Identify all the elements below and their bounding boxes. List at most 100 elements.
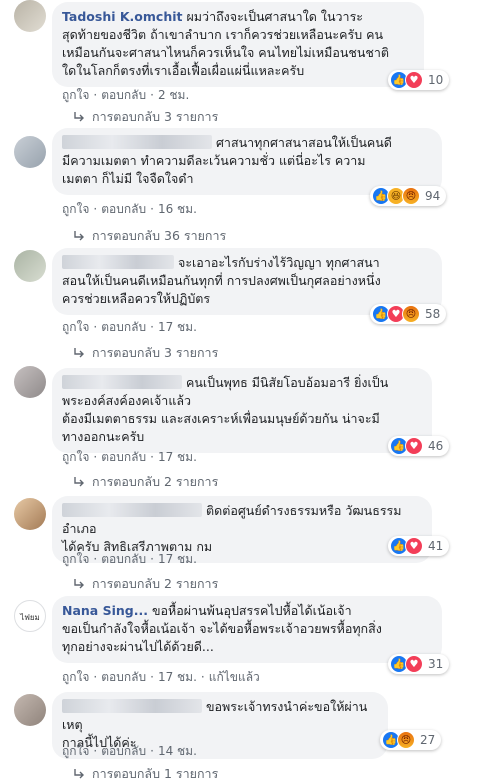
- comment-5: ติดต่อศูนย์ดำรงธรรมหรือ วัฒนธรรมอำเภอ ได…: [0, 496, 478, 598]
- reaction-count: 58: [425, 307, 441, 321]
- reply-arrow-icon: [74, 231, 84, 241]
- comment-bubble: Tadoshi K.omchit ผมว่าถึงจะเป็นศาสนาใด ใน…: [52, 2, 424, 87]
- reaction-count: 94: [425, 189, 441, 203]
- blurred-name: [62, 375, 182, 389]
- comment-actions: ถูกใจ · ตอบกลับ · 14 ชม.: [62, 744, 197, 758]
- reply-link[interactable]: ตอบกลับ: [101, 320, 146, 334]
- comment-3: จะเอาอะไรกับร่างไร้วิญญา ทุกศาสนา สอนให้…: [0, 248, 478, 368]
- view-replies[interactable]: การตอบกลับ 36 รายการ: [72, 226, 226, 246]
- love-reaction-icon: ♥: [405, 537, 423, 555]
- angry-reaction-icon: 😠: [402, 187, 420, 205]
- angry-reaction-icon: 😠: [402, 305, 420, 323]
- view-replies[interactable]: การตอบกลับ 1 รายการ: [72, 764, 218, 784]
- reply-arrow-icon: [74, 112, 84, 122]
- reaction-summary[interactable]: 👍 😠 27: [380, 730, 442, 750]
- comment-line: เหมือนกันจะศาสนาไหนก็ควรเห็นใจ คนไทยไม่เ…: [62, 45, 390, 60]
- comment-line: สุดท้ายของชีวิต ถ้าเขาลำบาก เราก็ควรช่วย…: [62, 27, 384, 42]
- like-link[interactable]: ถูกใจ: [62, 88, 89, 102]
- avatar[interactable]: [14, 366, 46, 398]
- avatar[interactable]: [14, 136, 46, 168]
- reaction-summary[interactable]: 👍 😆 😠 94: [370, 186, 447, 206]
- reply-link[interactable]: ตอบกลับ: [101, 744, 146, 758]
- reply-link[interactable]: ตอบกลับ: [101, 670, 146, 684]
- like-link[interactable]: ถูกใจ: [62, 552, 89, 566]
- comment-line: ทุกอย่างจะผ่านไปได้ด้วยดี...: [62, 639, 214, 654]
- comment-time[interactable]: 17 ชม.: [158, 670, 197, 684]
- comment-actions: ถูกใจ · ตอบกลับ · 2 ชม.: [62, 88, 190, 102]
- edited-label[interactable]: แก้ไขแล้ว: [209, 670, 260, 684]
- like-link[interactable]: ถูกใจ: [62, 670, 89, 684]
- commenter-name[interactable]: Nana Sing...: [62, 603, 148, 618]
- comment-line: จะเอาอะไรกับร่างไร้วิญญา ทุกศาสนา: [178, 255, 380, 270]
- comment-line: ต้องมีเมตตาธรรม และสงเคราะห์เพื่อนมนุษย์…: [62, 411, 380, 426]
- comment-actions: ถูกใจ · ตอบกลับ · 17 ชม. · แก้ไขแล้ว: [62, 670, 260, 684]
- reaction-summary[interactable]: 👍 ♥ 10: [388, 70, 450, 90]
- love-reaction-icon: ♥: [405, 437, 423, 455]
- comment-7: ขอพระเจ้าทรงนำค่ะขอให้ผ่านเหตุ กาลนี้ไปไ…: [0, 692, 478, 782]
- reply-arrow-icon: [74, 769, 84, 779]
- comment-actions: ถูกใจ · ตอบกลับ · 17 ชม.: [62, 552, 197, 566]
- avatar[interactable]: [14, 498, 46, 530]
- replies-count: การตอบกลับ 1 รายการ: [92, 766, 219, 781]
- comment-time[interactable]: 16 ชม.: [158, 202, 197, 216]
- replies-count: การตอบกลับ 3 รายการ: [92, 109, 219, 124]
- angry-reaction-icon: 😠: [397, 731, 415, 749]
- comment-bubble: Nana Sing... ขอหื้อผ่านพ้นอุปสรรคไปหื้อได…: [52, 596, 442, 663]
- like-link[interactable]: ถูกใจ: [62, 744, 89, 758]
- avatar[interactable]: [14, 0, 46, 32]
- comment-time[interactable]: 17 ชม.: [158, 450, 197, 464]
- comment-time[interactable]: 17 ชม.: [158, 552, 197, 566]
- comment-actions: ถูกใจ · ตอบกลับ · 17 ชม.: [62, 320, 197, 334]
- view-replies[interactable]: การตอบกลับ 3 รายการ: [72, 107, 218, 127]
- blurred-name: [62, 699, 202, 713]
- avatar-label: ไฟยม: [20, 613, 40, 622]
- comment-line: สอนให้เป็นคนดีเหมือนกันทุกที่ การปลงศพเป…: [62, 273, 381, 288]
- reply-link[interactable]: ตอบกลับ: [101, 202, 146, 216]
- comment-bubble: คนเป็นพุทธ มีนิสัยโอบอ้อมอารี ยิ่งเป็น พ…: [52, 368, 432, 453]
- comment-actions: ถูกใจ · ตอบกลับ · 17 ชม.: [62, 450, 197, 464]
- reaction-count: 31: [428, 657, 444, 671]
- reply-link[interactable]: ตอบกลับ: [101, 552, 146, 566]
- comment-line: เมตตา ก็ไม่มี ใจจืดใจดำ: [62, 171, 194, 186]
- blurred-name: [62, 135, 212, 149]
- comment-line: ทางออกนะครับ: [62, 429, 145, 444]
- view-replies[interactable]: การตอบกลับ 2 รายการ: [72, 574, 218, 594]
- like-link[interactable]: ถูกใจ: [62, 320, 89, 334]
- comment-time[interactable]: 14 ชม.: [158, 744, 197, 758]
- comment-1: Tadoshi K.omchit ผมว่าถึงจะเป็นศาสนาใด ใน…: [0, 0, 478, 130]
- avatar[interactable]: ไฟยม: [14, 600, 46, 632]
- reply-arrow-icon: [74, 477, 84, 487]
- comment-time[interactable]: 2 ชม.: [158, 88, 189, 102]
- comment-time[interactable]: 17 ชม.: [158, 320, 197, 334]
- avatar[interactable]: [14, 694, 46, 726]
- comment-4: คนเป็นพุทธ มีนิสัยโอบอ้อมอารี ยิ่งเป็น พ…: [0, 366, 478, 498]
- reaction-count: 27: [420, 733, 436, 747]
- comment-line: ใดในโลกก็ตรงที่เราเอื้อเฟื้อเผื่อแผ่นี่แ…: [62, 63, 305, 78]
- comment-2: ศาสนาทุกศาสนาสอนให้เป็นคนดี มีความเมตตา …: [0, 128, 478, 248]
- reply-link[interactable]: ตอบกลับ: [101, 450, 146, 464]
- replies-count: การตอบกลับ 2 รายการ: [92, 576, 219, 591]
- like-link[interactable]: ถูกใจ: [62, 450, 89, 464]
- reaction-count: 41: [428, 539, 444, 553]
- blurred-name: [62, 503, 202, 517]
- reply-link[interactable]: ตอบกลับ: [101, 88, 146, 102]
- comment-line: คนเป็นพุทธ มีนิสัยโอบอ้อมอารี ยิ่งเป็น: [186, 375, 389, 390]
- reaction-summary[interactable]: 👍 ♥ 31: [388, 654, 450, 674]
- comment-line: ผมว่าถึงจะเป็นศาสนาใด ในวาระ: [186, 9, 364, 24]
- replies-count: การตอบกลับ 2 รายการ: [92, 474, 219, 489]
- reaction-summary[interactable]: 👍 ♥ 😠 58: [370, 304, 447, 324]
- comment-line: ขอเป็นกำลังใจหื้อเน้อเจ้า จะได้ขอหื้อพระ…: [62, 621, 382, 636]
- view-replies[interactable]: การตอบกลับ 2 รายการ: [72, 472, 218, 492]
- comment-line: มีความเมตตา ทำความดีละเว้นความชั่ว แต่นี…: [62, 153, 366, 168]
- commenter-name[interactable]: Tadoshi K.omchit: [62, 9, 182, 24]
- reply-arrow-icon: [74, 348, 84, 358]
- love-reaction-icon: ♥: [405, 655, 423, 673]
- view-replies[interactable]: การตอบกลับ 3 รายการ: [72, 343, 218, 363]
- comment-6: ไฟยม Nana Sing... ขอหื้อผ่านพ้นอุปสรรคไปห…: [0, 596, 478, 688]
- reaction-summary[interactable]: 👍 ♥ 41: [388, 536, 450, 556]
- reaction-summary[interactable]: 👍 ♥ 46: [388, 436, 450, 456]
- like-link[interactable]: ถูกใจ: [62, 202, 89, 216]
- avatar[interactable]: [14, 250, 46, 282]
- comment-bubble: ศาสนาทุกศาสนาสอนให้เป็นคนดี มีความเมตตา …: [52, 128, 442, 195]
- comment-line: ควรช่วยเหลือควรให้ปฏิบัตร: [62, 291, 211, 306]
